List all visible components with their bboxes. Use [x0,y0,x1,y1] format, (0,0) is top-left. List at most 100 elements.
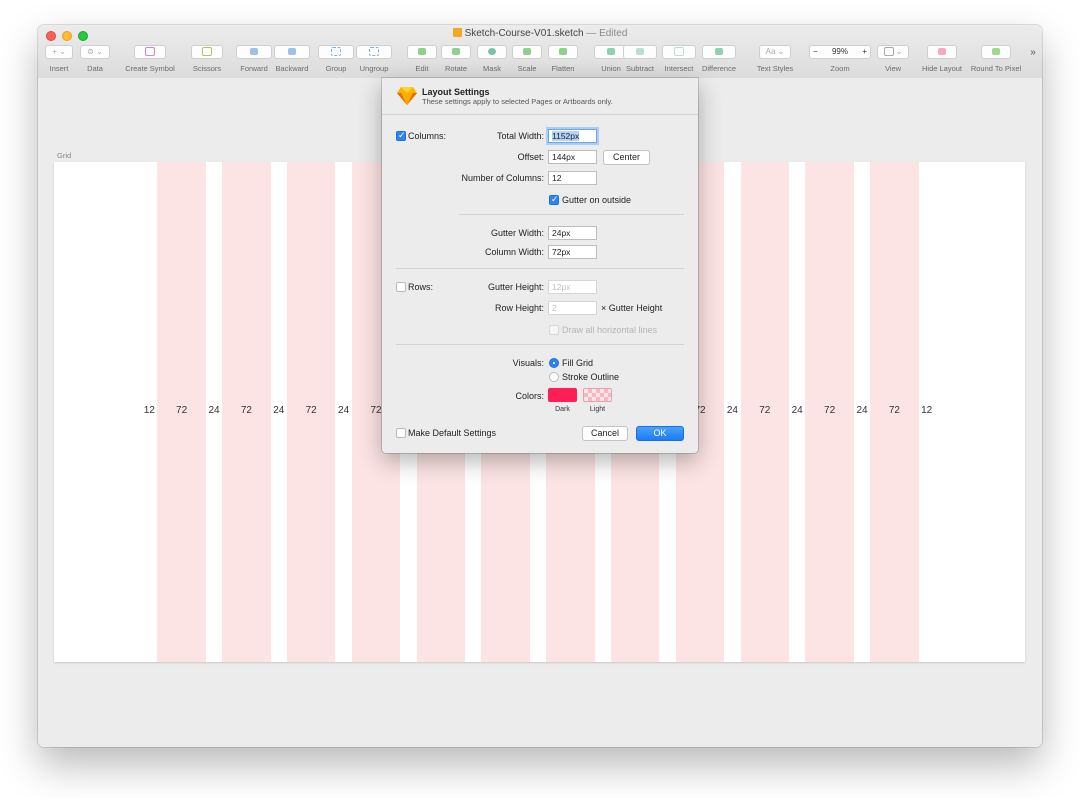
light-color-swatch[interactable] [583,388,612,402]
view-icon: ⌄ [877,45,909,59]
divider [396,268,684,269]
dark-color-swatch[interactable] [548,388,577,402]
window-title: Sketch-Course-V01.sketch — Edited [38,28,1042,39]
number-of-columns-input[interactable]: 12 [548,171,597,185]
hide-layout-icon [927,45,957,59]
create-symbol-tool[interactable]: Create Symbol [120,45,180,73]
total-width-input[interactable]: 1152px [548,129,597,143]
measurement-label: 72 [240,405,252,416]
group-icon [318,45,354,59]
rows-checkbox[interactable] [396,282,406,292]
center-button[interactable]: Center [603,150,650,165]
flatten-tool[interactable]: Flatten [546,45,580,73]
data-label: Data [87,64,103,73]
measurement-label: 24 [856,405,868,416]
cancel-button[interactable]: Cancel [582,426,628,441]
scale-icon [512,45,542,59]
ungroup-label: Ungroup [359,64,389,73]
subtract-icon [623,45,657,59]
flatten-icon [548,45,578,59]
intersect-tool[interactable]: Intersect [661,45,697,73]
measurement-label: 72 [759,405,771,416]
toolbar-overflow-icon[interactable]: » [1026,47,1040,58]
colors-label: Colors: [515,391,544,401]
dialog-subtitle: These settings apply to selected Pages o… [422,97,613,106]
measurement-label: 72 [824,405,836,416]
gutter-height-input[interactable]: 12px [548,280,597,294]
light-swatch-label: Light [589,406,606,413]
zoom-value[interactable]: 99% [832,46,848,58]
zoom-in-icon[interactable]: + [862,46,867,58]
rotate-tool[interactable]: Rotate [440,45,472,73]
toolbar: + ⌄ Insert ⊜ ⌄ Data Create Symbol Scisso… [38,45,1042,78]
difference-icon [702,45,736,59]
subtract-tool[interactable]: Subtract [622,45,658,73]
text-styles-label: Text Styles [756,64,794,73]
round-to-pixel-label: Round To Pixel [970,64,1022,73]
divider [396,344,684,345]
difference-tool[interactable]: Difference [700,45,738,73]
create-symbol-label: Create Symbol [125,64,175,73]
intersect-label: Intersect [664,64,694,73]
insert-label: Insert [49,64,69,73]
insert-icon: + ⌄ [45,45,73,59]
document-status: — Edited [586,28,628,39]
sketch-logo-icon [397,87,417,105]
scissors-tool[interactable]: Scissors [188,45,226,73]
fill-grid-label: Fill Grid [562,358,593,368]
scale-tool[interactable]: Scale [511,45,543,73]
ok-button[interactable]: OK [636,426,684,441]
round-to-pixel-tool[interactable]: Round To Pixel [968,45,1024,73]
measurement-label: 72 [305,405,317,416]
hide-layout-tool[interactable]: Hide Layout [920,45,964,73]
fill-grid-radio[interactable] [549,358,559,368]
total-width-value: 1152px [552,131,580,141]
data-tool[interactable]: ⊜ ⌄ Data [78,45,112,73]
create-symbol-icon [134,45,166,59]
scissors-icon [191,45,223,59]
forward-icon [236,45,272,59]
make-default-checkbox[interactable] [396,428,406,438]
zoom-label: Zoom [830,64,850,73]
zoom-control: − 99% + [809,45,871,59]
row-height-input[interactable]: 2 [548,301,597,315]
offset-input[interactable]: 144px [548,150,597,164]
artboard-name[interactable]: Grid [57,151,71,160]
gutter-width-input[interactable]: 24px [548,226,597,240]
insert-tool[interactable]: + ⌄ Insert [44,45,74,73]
number-of-columns-label: Number of Columns: [461,173,544,183]
rotate-label: Rotate [444,64,468,73]
measurement-label: 24 [726,405,738,416]
dark-swatch-label: Dark [555,406,570,413]
rotate-icon [441,45,471,59]
draw-horizontal-lines-checkbox[interactable] [549,325,559,335]
column-width-input[interactable]: 72px [548,245,597,259]
hide-layout-label: Hide Layout [921,64,963,73]
sketch-document-icon [452,28,462,37]
zoom-out-icon[interactable]: − [813,46,818,58]
gutter-on-outside-checkbox[interactable] [549,194,559,205]
measurement-label: 24 [208,405,220,416]
dialog-title: Layout Settings [422,87,490,97]
zoom-tool: − 99% + Zoom [808,45,872,73]
forward-tool[interactable]: Forward [236,45,272,73]
view-tool[interactable]: ⌄ View [876,45,910,73]
group-label: Group [325,64,347,73]
group-tool[interactable]: Group [318,45,354,73]
columns-checkbox[interactable] [396,130,406,141]
mask-label: Mask [483,64,501,73]
measurement-label: 24 [273,405,285,416]
stroke-outline-radio[interactable] [549,372,559,382]
text-styles-tool[interactable]: Aa ⌄ Text Styles [752,45,798,73]
mask-tool[interactable]: Mask [476,45,508,73]
measurement-label: 72 [888,405,900,416]
ungroup-tool[interactable]: Ungroup [356,45,392,73]
total-width-label: Total Width: [496,131,544,141]
column-width-label: Column Width: [484,247,544,257]
visuals-label: Visuals: [512,358,544,368]
title-bar: Sketch-Course-V01.sketch — Edited + ⌄ In… [38,25,1042,79]
edit-tool[interactable]: Edit [406,45,438,73]
backward-tool[interactable]: Backward [274,45,310,73]
forward-label: Forward [240,64,268,73]
backward-label: Backward [275,64,309,73]
